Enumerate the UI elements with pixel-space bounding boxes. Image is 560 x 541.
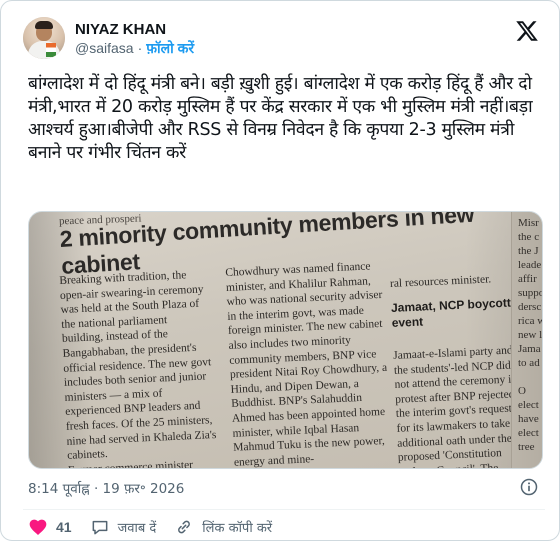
speech-bubble-icon [92,520,107,535]
author-name[interactable]: NIYAZ KHAN [75,20,194,39]
newspaper-column-4: Misr the c the J leade affir suppo dersc… [511,212,542,468]
column-3-top: ral resources minister. [389,272,492,290]
tweet-card: NIYAZ KHAN @saifasa · फ़ॉलो करें बांग्ला… [0,0,560,541]
newspaper-column-1: Breaking with tradition, the open-air sw… [59,269,217,469]
reply-label: जवाब दें [117,521,157,536]
separator-dot: · [137,39,143,56]
tweet-actions: 41 जवाब दें लिंक कॉपी करें [28,515,290,539]
column-3-body: Jamaat-e-Islami party and the students'-… [392,344,524,469]
link-icon [178,520,191,534]
copy-link-label: लिंक कॉपी करें [202,521,273,536]
tweet-header: NIYAZ KHAN @saifasa · फ़ॉलो करें [23,15,545,61]
author-handle[interactable]: @saifasa [75,39,134,57]
author-subline: @saifasa · फ़ॉलो करें [75,39,194,57]
copy-link-button[interactable]: लिंक कॉपी करें [174,517,272,537]
author-avatar[interactable] [23,17,65,59]
divider [23,509,545,510]
like-count: 41 [56,519,72,535]
heart-icon [29,519,47,535]
tweet-text: बांग्लादेश में दो हिंदू मंत्री बने। बड़ी… [28,74,533,163]
tweet-photo[interactable]: peace and prosperi 2 minority community … [28,211,543,469]
tweet-meta: 8:14 पूर्वाह्न · 19 फ़र॰ 2026 [28,477,545,499]
newspaper-column-2: Chowdhury was named finance minister, an… [225,260,388,469]
follow-button[interactable]: फ़ॉलो करें [146,39,194,57]
tweet-timestamp[interactable]: 8:14 पूर्वाह्न · 19 फ़र॰ 2026 [28,479,184,497]
info-icon[interactable] [519,477,539,497]
like-button[interactable]: 41 [28,517,72,537]
x-logo-icon[interactable] [515,19,539,43]
author-info: NIYAZ KHAN @saifasa · फ़ॉलो करें [75,20,194,57]
reply-button[interactable]: जवाब दें [90,517,157,537]
newspaper-subhead: Jamaat, NCP boycott event [390,295,512,330]
